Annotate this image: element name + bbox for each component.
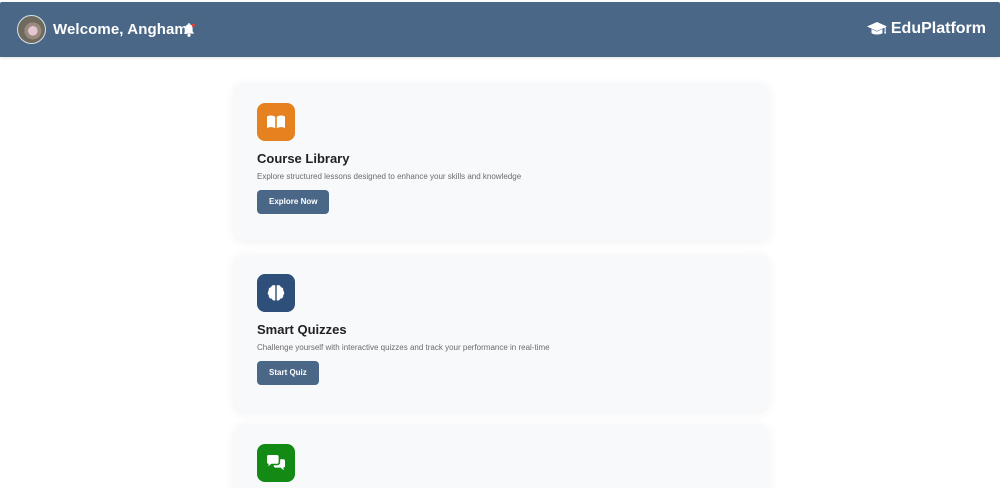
app-window: Welcome, Angham EduPlatform Course Libra (0, 0, 1000, 488)
top-header: Welcome, Angham EduPlatform (0, 2, 1000, 57)
discussion-card (234, 424, 769, 488)
card-description: Explore structured lessons designed to e… (257, 172, 522, 181)
start-quiz-button[interactable]: Start Quiz (257, 361, 319, 385)
smart-quizzes-card: Smart Quizzes Challenge yourself with in… (234, 254, 769, 411)
brand-logo[interactable]: EduPlatform (866, 20, 986, 38)
card-title: Smart Quizzes (257, 322, 347, 337)
brand-name: EduPlatform (890, 20, 986, 37)
course-library-card: Course Library Explore structured lesson… (234, 83, 769, 240)
user-avatar[interactable] (17, 15, 46, 44)
comments-icon (257, 444, 295, 482)
bell-icon[interactable] (182, 23, 196, 38)
card-title: Course Library (257, 151, 350, 166)
book-open-icon (257, 103, 295, 141)
graduation-cap-icon (866, 22, 887, 35)
welcome-text: Welcome, Angham (53, 21, 188, 38)
explore-now-button[interactable]: Explore Now (257, 190, 330, 214)
card-description: Challenge yourself with interactive quiz… (257, 343, 550, 352)
brain-icon (257, 274, 295, 312)
